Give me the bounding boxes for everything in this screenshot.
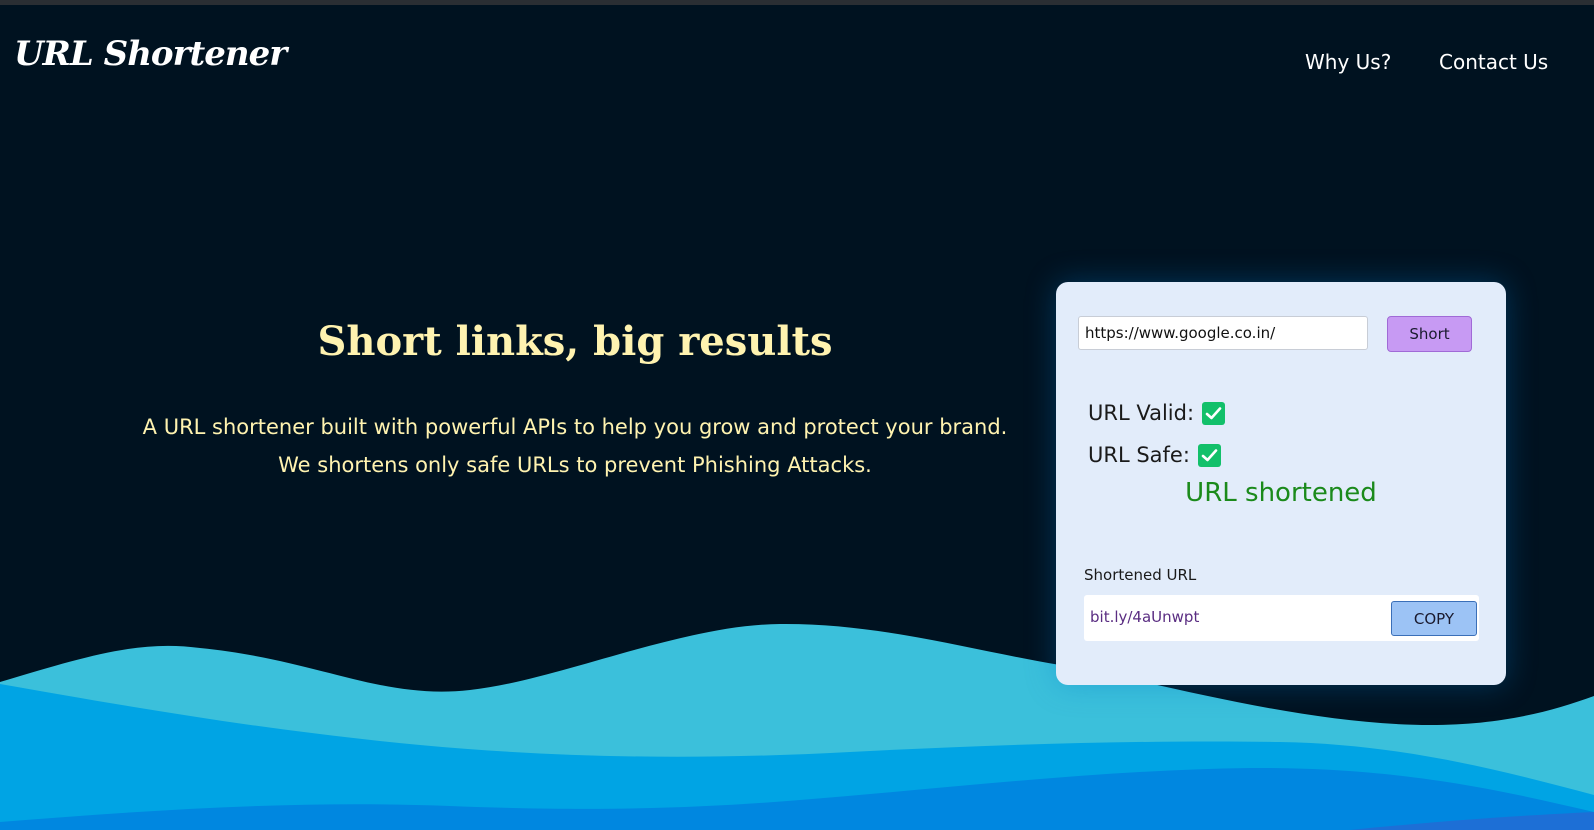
nav-contact-us-link[interactable]: Contact Us	[1439, 50, 1548, 74]
url-safe-label: URL Safe:	[1088, 443, 1190, 467]
checkmark-icon	[1197, 443, 1221, 467]
short-button[interactable]: Short	[1387, 316, 1472, 352]
url-valid-row: URL Valid:	[1088, 398, 1226, 428]
hero-line-1: A URL shortener built with powerful APIs…	[142, 415, 1008, 439]
url-safe-row: URL Safe:	[1088, 440, 1221, 470]
url-valid-label: URL Valid:	[1088, 401, 1195, 425]
status-message: URL shortened	[1185, 478, 1377, 508]
shortened-url-label: Shortened URL	[1084, 566, 1197, 584]
copy-button[interactable]: COPY	[1391, 601, 1477, 636]
page: URL Shortener Why Us? Contact Us Short l…	[0, 0, 1594, 830]
url-input[interactable]	[1078, 316, 1368, 350]
top-nav: Why Us? Contact Us	[0, 50, 1594, 80]
nav-why-us-link[interactable]: Why Us?	[1305, 50, 1391, 74]
shortened-url-value[interactable]: bit.ly/4aUnwpt	[1090, 608, 1199, 626]
hero-title: Short links, big results	[317, 318, 833, 365]
hero-line-2: We shortens only safe URLs to prevent Ph…	[278, 453, 872, 477]
shortener-card: Short URL Valid: URL Safe: URL shortened…	[1056, 282, 1506, 685]
hero-description: A URL shortener built with powerful APIs…	[110, 408, 1040, 484]
shortened-url-box: bit.ly/4aUnwpt COPY	[1084, 595, 1479, 641]
checkmark-icon	[1202, 401, 1226, 425]
